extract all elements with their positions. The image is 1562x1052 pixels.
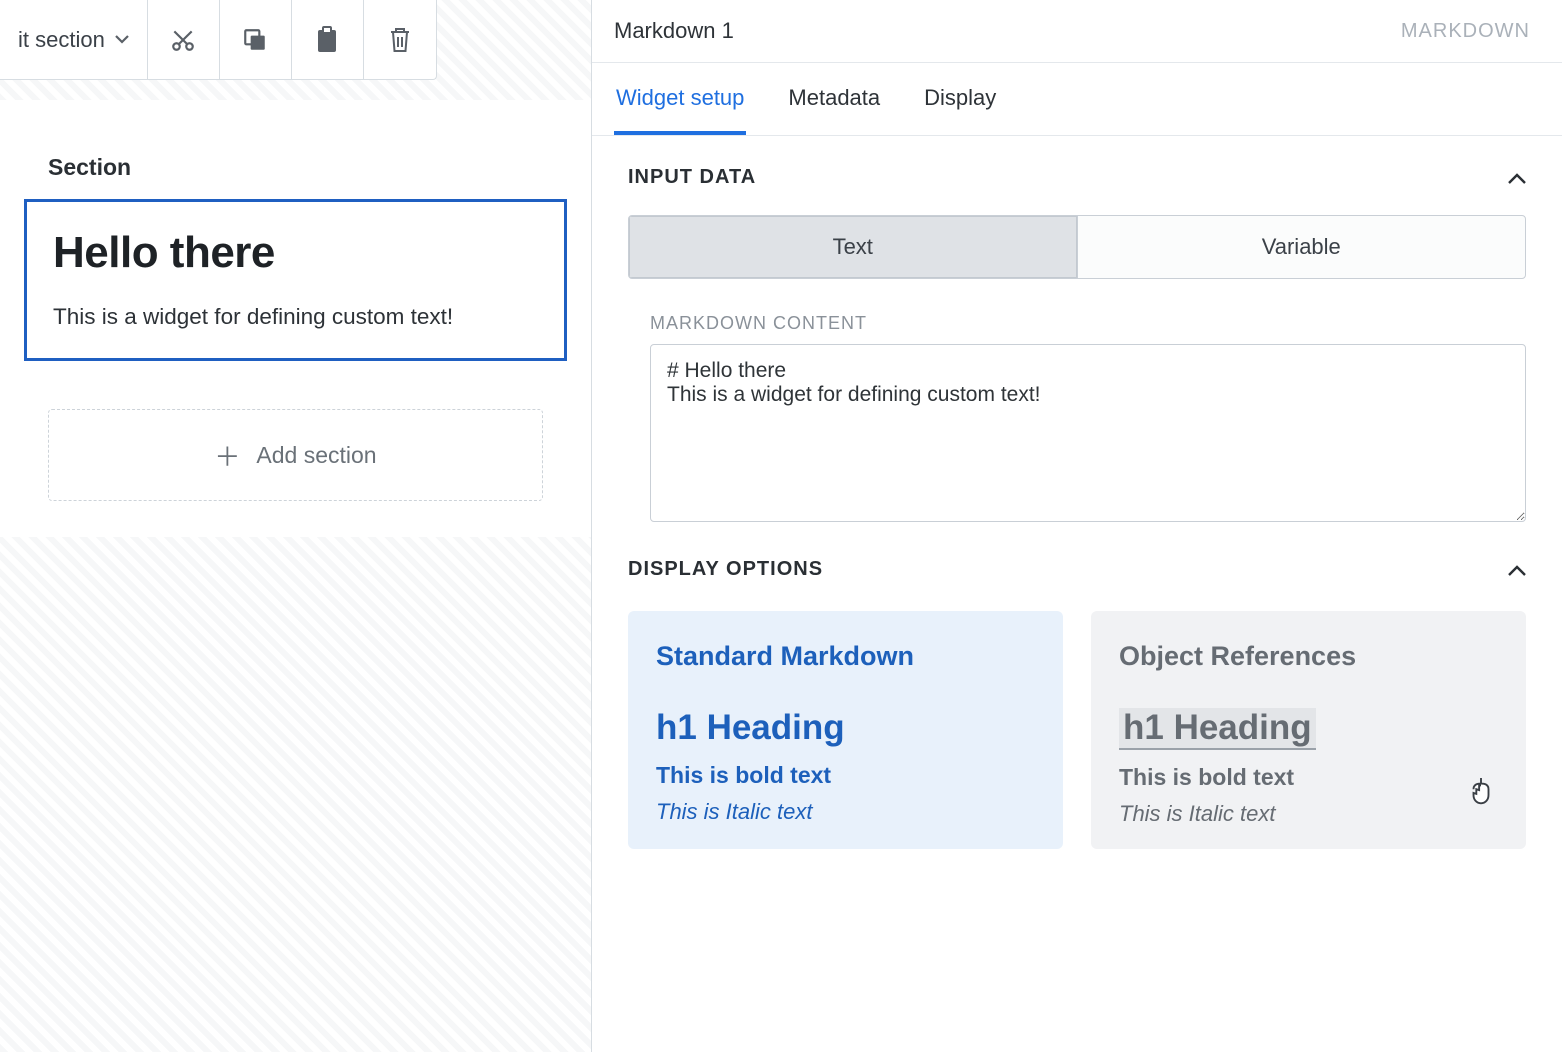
delete-button[interactable]: [364, 0, 436, 79]
tab-metadata[interactable]: Metadata: [786, 63, 882, 135]
add-section-button[interactable]: ＋ Add section: [48, 409, 543, 501]
option-sample-h1: h1 Heading: [1119, 708, 1316, 750]
section-label: Section: [24, 124, 567, 199]
group-display-options-label: DISPLAY OPTIONS: [628, 558, 823, 581]
edit-section-dropdown[interactable]: it section: [0, 0, 148, 79]
option-standard-markdown[interactable]: Standard Markdown h1 Heading This is bol…: [628, 611, 1063, 849]
cut-button[interactable]: [148, 0, 220, 79]
cursor-icon: [1466, 775, 1496, 809]
tab-widget-setup[interactable]: Widget setup: [614, 63, 746, 135]
canvas-pane: it section Section Hello there This is a…: [0, 0, 592, 1052]
edit-section-label: it section: [18, 27, 105, 53]
widget-body: This is a widget for defining custom tex…: [53, 304, 538, 330]
option-sample-bold: This is bold text: [1119, 764, 1498, 791]
option-sample-bold: This is bold text: [656, 762, 1035, 789]
settings-tabs: Widget setup Metadata Display: [592, 63, 1562, 136]
widget-type: MARKDOWN: [1401, 20, 1530, 43]
chevron-up-icon: [1508, 172, 1526, 184]
tab-display[interactable]: Display: [922, 63, 998, 135]
segment-text[interactable]: Text: [629, 216, 1078, 278]
cut-icon: [170, 27, 196, 53]
option-sample-h1: h1 Heading: [656, 708, 1035, 748]
segment-variable[interactable]: Variable: [1078, 216, 1526, 278]
group-input-data-label: INPUT DATA: [628, 166, 756, 189]
group-display-options[interactable]: DISPLAY OPTIONS: [592, 528, 1562, 599]
paste-icon: [315, 26, 339, 54]
group-input-data[interactable]: INPUT DATA: [592, 136, 1562, 207]
paste-button[interactable]: [292, 0, 364, 79]
widget-name: Markdown 1: [614, 18, 734, 44]
option-object-references[interactable]: Object References h1 Heading This is bol…: [1091, 611, 1526, 849]
markdown-content-input[interactable]: [650, 344, 1526, 522]
option-sample-italic: This is Italic text: [656, 799, 1035, 825]
markdown-widget[interactable]: Hello there This is a widget for definin…: [24, 199, 567, 361]
chevron-up-icon: [1508, 564, 1526, 576]
chevron-down-icon: [115, 35, 129, 45]
option-title: Standard Markdown: [656, 641, 1035, 672]
settings-pane: Markdown 1 MARKDOWN Widget setup Metadat…: [592, 0, 1562, 1052]
option-title: Object References: [1119, 641, 1498, 672]
plus-icon: ＋: [214, 437, 240, 474]
trash-icon: [388, 26, 412, 54]
copy-icon: [242, 27, 268, 53]
markdown-content-label: MARKDOWN CONTENT: [592, 279, 1562, 344]
copy-button[interactable]: [220, 0, 292, 79]
toolbar: it section: [0, 0, 437, 80]
widget-heading: Hello there: [53, 228, 538, 278]
input-type-segmented: Text Variable: [628, 215, 1526, 279]
option-sample-italic: This is Italic text: [1119, 801, 1498, 827]
add-section-label: Add section: [256, 442, 376, 469]
canvas: Section Hello there This is a widget for…: [0, 100, 591, 537]
settings-header: Markdown 1 MARKDOWN: [592, 0, 1562, 63]
